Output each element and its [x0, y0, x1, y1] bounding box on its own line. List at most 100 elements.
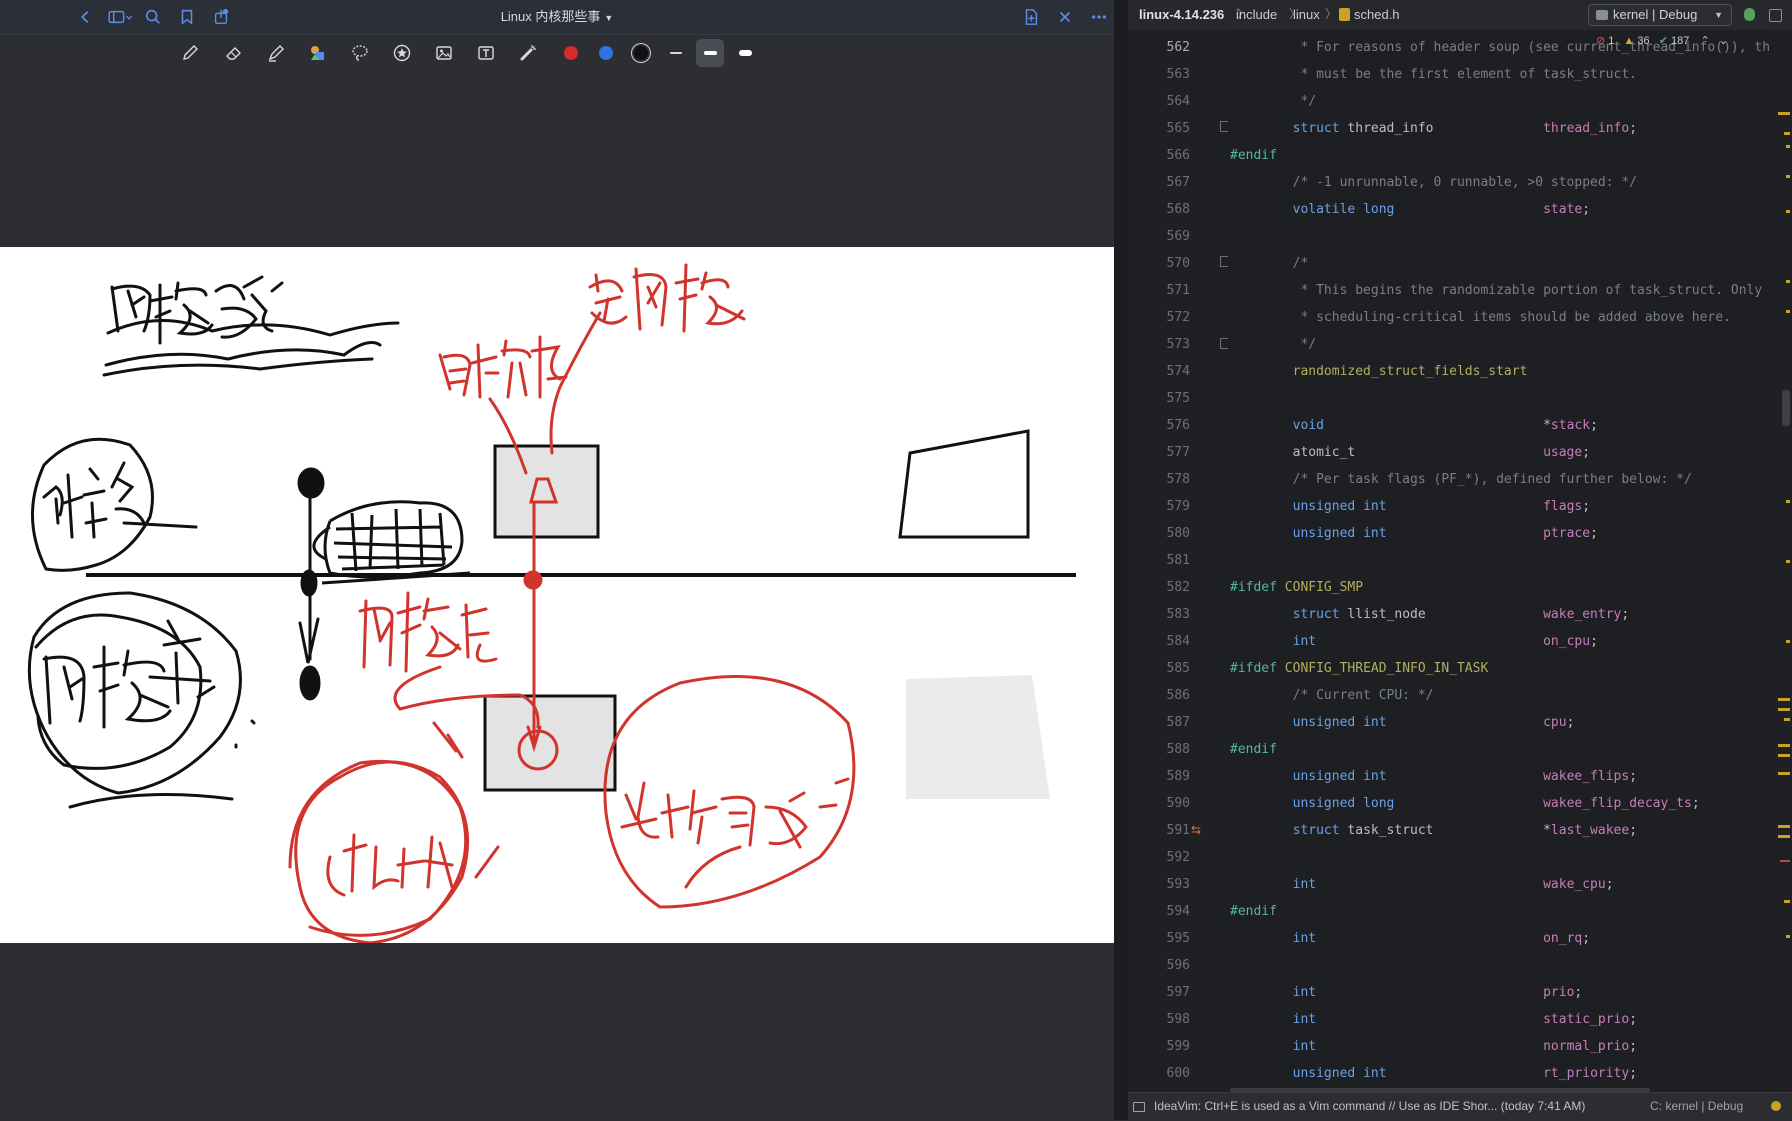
line-number[interactable]: 582 [1128, 580, 1190, 595]
notification-icon[interactable] [1771, 1101, 1781, 1111]
stroke-medium-option[interactable] [696, 39, 724, 67]
line-number[interactable]: 600 [1128, 1066, 1190, 1081]
line-number[interactable]: 571 [1128, 283, 1190, 298]
breadcrumb-dir-include[interactable]: include [1236, 0, 1277, 30]
code-line[interactable]: #ifdef CONFIG_SMP [1230, 580, 1363, 595]
code-line[interactable]: unsigned int ptrace; [1230, 526, 1598, 541]
line-number[interactable]: 583 [1128, 607, 1190, 622]
code-line[interactable]: unsigned int flags; [1230, 499, 1590, 514]
code-line[interactable]: /* Current CPU: */ [1230, 688, 1434, 703]
warning-marker[interactable] [1786, 280, 1790, 283]
line-number[interactable]: 587 [1128, 715, 1190, 730]
line-number[interactable]: 586 [1128, 688, 1190, 703]
line-number[interactable]: 568 [1128, 202, 1190, 217]
note-canvas-page[interactable] [0, 247, 1114, 943]
warning-marker[interactable] [1778, 835, 1790, 838]
warning-marker[interactable] [1778, 754, 1790, 757]
code-line[interactable]: struct llist_node wake_entry; [1230, 607, 1630, 622]
code-line[interactable]: int on_cpu; [1230, 634, 1598, 649]
line-number[interactable]: 569 [1128, 229, 1190, 244]
code-line[interactable]: /* -1 unrunnable, 0 runnable, >0 stopped… [1230, 175, 1637, 190]
warning-marker[interactable] [1786, 640, 1790, 643]
code-line[interactable]: */ [1230, 337, 1316, 352]
editor-scrollbar[interactable]: ⊘ 1 ▲ 36 ✔ 187 ⌃ ⌄ [1596, 30, 1792, 1092]
warning-marker[interactable] [1784, 132, 1790, 135]
warning-marker[interactable] [1784, 900, 1790, 903]
line-number[interactable]: 576 [1128, 418, 1190, 433]
warning-marker[interactable] [1786, 500, 1790, 503]
line-number[interactable]: 565 [1128, 121, 1190, 136]
code-line[interactable]: struct task_struct *last_wakee; [1230, 823, 1637, 838]
warning-marker[interactable] [1778, 112, 1790, 115]
highlighter-tool-icon[interactable] [262, 39, 290, 67]
inspection-widget[interactable]: ⊘ 1 ▲ 36 ✔ 187 ⌃ ⌄ [1596, 34, 1792, 54]
add-page-icon[interactable] [1020, 6, 1042, 28]
sticker-tool-icon[interactable] [388, 39, 416, 67]
breadcrumb-file[interactable]: sched.h [1354, 0, 1400, 30]
laser-pointer-tool-icon[interactable] [514, 39, 542, 67]
code-line[interactable]: unsigned int cpu; [1230, 715, 1575, 730]
sidebar-toggle-icon[interactable] [104, 6, 136, 28]
stroke-thin-option[interactable] [662, 39, 690, 67]
color-black-swatch[interactable] [627, 39, 655, 67]
line-number[interactable]: 589 [1128, 769, 1190, 784]
run-configuration-selector[interactable]: kernel | Debug ▼ [1588, 4, 1732, 26]
code-line[interactable]: */ [1230, 94, 1316, 109]
warning-marker[interactable] [1778, 744, 1790, 747]
line-number[interactable]: 590 [1128, 796, 1190, 811]
code-line[interactable]: randomized_struct_fields_start [1230, 364, 1528, 379]
warning-marker[interactable] [1786, 935, 1790, 938]
code-line[interactable]: int normal_prio; [1230, 1039, 1637, 1054]
warning-marker[interactable] [1784, 718, 1790, 721]
code-line[interactable]: * must be the first element of task_stru… [1230, 67, 1637, 82]
code-line[interactable]: int prio; [1230, 985, 1583, 1000]
color-red-swatch[interactable] [557, 39, 585, 67]
warning-marker[interactable] [1778, 825, 1790, 828]
shapes-tool-icon[interactable] [304, 39, 332, 67]
line-number[interactable]: 575 [1128, 391, 1190, 406]
stop-icon[interactable] [1769, 9, 1782, 22]
code-line[interactable]: void *stack; [1230, 418, 1598, 433]
line-number[interactable]: 585 [1128, 661, 1190, 676]
breadcrumb-dir-linux[interactable]: linux [1293, 0, 1320, 30]
warning-marker[interactable] [1786, 175, 1790, 178]
status-message[interactable]: IdeaVim: Ctrl+E is used as a Vim command… [1154, 1093, 1585, 1120]
line-number[interactable]: 578 [1128, 472, 1190, 487]
line-number[interactable]: 562 [1128, 40, 1190, 55]
code-line[interactable]: /* [1230, 256, 1309, 271]
line-number[interactable]: 580 [1128, 526, 1190, 541]
bookmark-icon[interactable] [176, 6, 198, 28]
share-icon[interactable] [210, 6, 232, 28]
line-number[interactable]: 564 [1128, 94, 1190, 109]
scroll-thumb[interactable] [1782, 390, 1790, 426]
breadcrumb-project[interactable]: linux-4.14.236 [1139, 0, 1224, 30]
stroke-thick-option[interactable] [731, 39, 759, 67]
line-number[interactable]: 577 [1128, 445, 1190, 460]
warning-marker[interactable] [1786, 210, 1790, 213]
line-number[interactable]: 596 [1128, 958, 1190, 973]
line-number[interactable]: 567 [1128, 175, 1190, 190]
line-number[interactable]: 573 [1128, 337, 1190, 352]
code-line[interactable]: int static_prio; [1230, 1012, 1637, 1027]
code-line[interactable]: unsigned int rt_priority; [1230, 1066, 1637, 1081]
warning-marker[interactable] [1778, 772, 1790, 775]
line-number[interactable]: 594 [1128, 904, 1190, 919]
line-number[interactable]: 597 [1128, 985, 1190, 1000]
line-number[interactable]: 588 [1128, 742, 1190, 757]
code-line[interactable]: * This begins the randomizable portion o… [1230, 283, 1762, 298]
code-line[interactable]: #endif [1230, 742, 1277, 757]
line-number[interactable]: 570 [1128, 256, 1190, 271]
close-icon[interactable] [1054, 6, 1076, 28]
debug-bug-icon[interactable] [1744, 8, 1755, 21]
warning-marker[interactable] [1778, 698, 1790, 701]
eraser-tool-icon[interactable] [220, 39, 248, 67]
code-line[interactable]: unsigned int wakee_flips; [1230, 769, 1637, 784]
line-number[interactable]: 591 [1128, 823, 1190, 838]
code-line[interactable]: #endif [1230, 148, 1277, 163]
line-number[interactable]: 595 [1128, 931, 1190, 946]
error-marker[interactable] [1780, 860, 1790, 862]
warning-marker[interactable] [1786, 145, 1790, 148]
search-icon[interactable] [142, 6, 164, 28]
line-number[interactable]: 584 [1128, 634, 1190, 649]
code-line[interactable]: atomic_t usage; [1230, 445, 1590, 460]
